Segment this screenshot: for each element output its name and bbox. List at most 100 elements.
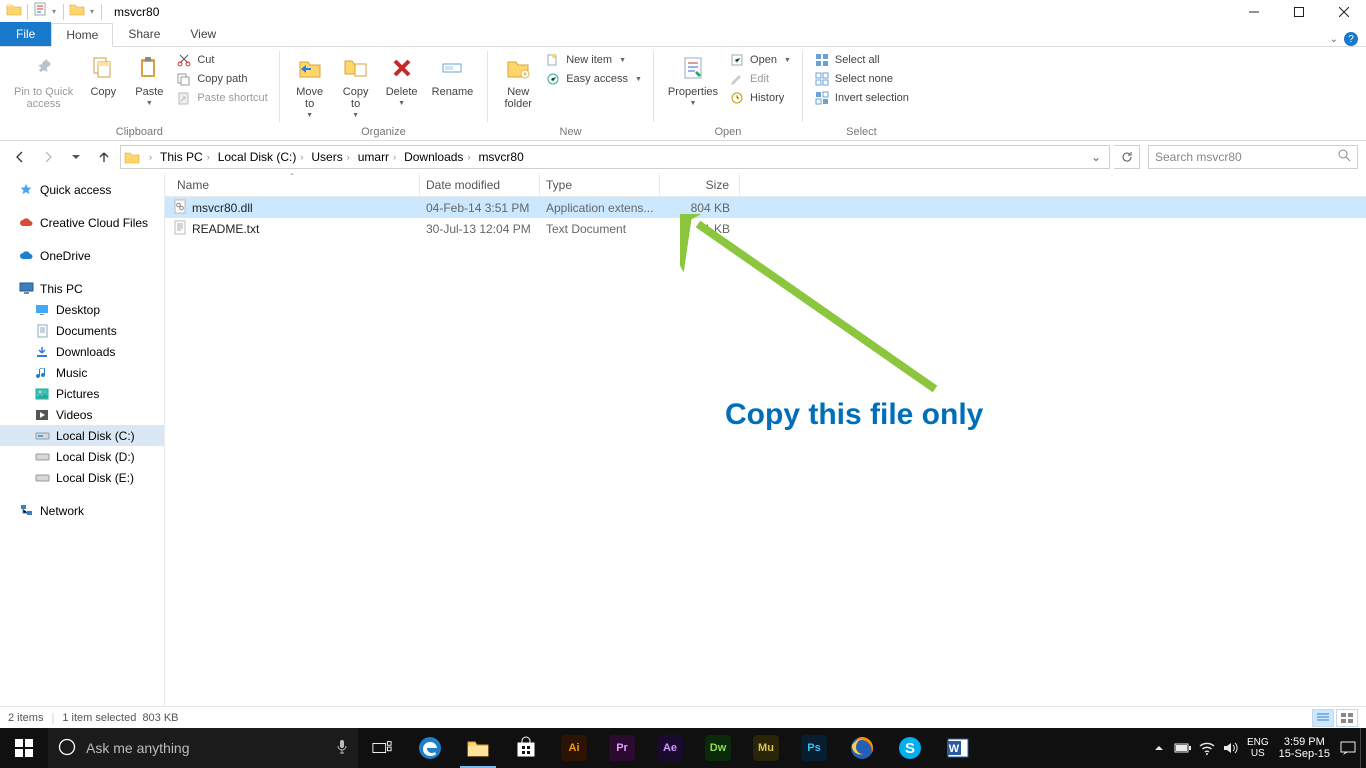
home-tab[interactable]: Home (51, 23, 113, 47)
column-name[interactable]: ⌃Name (165, 173, 420, 196)
tray-clock[interactable]: 3:59 PM15-Sep-15 (1273, 736, 1336, 760)
pin-to-quick-access-button[interactable]: Pin to Quick access (8, 49, 79, 110)
share-tab[interactable]: Share (113, 22, 175, 46)
history-icon (729, 90, 745, 106)
help-icon[interactable]: ? (1344, 32, 1358, 46)
select-none-button[interactable]: Select none (811, 70, 912, 88)
view-large-icons-button[interactable] (1336, 709, 1358, 727)
chevron-down-icon[interactable]: ▾ (50, 7, 58, 16)
file-tab[interactable]: File (0, 22, 51, 46)
refresh-button[interactable] (1114, 145, 1140, 169)
tree-quick-access[interactable]: Quick access (0, 179, 164, 200)
taskbar-word[interactable]: W (934, 728, 982, 768)
history-button[interactable]: History (726, 89, 794, 107)
tree-network[interactable]: Network (0, 500, 164, 521)
tree-this-pc[interactable]: This PC (0, 278, 164, 299)
rename-button[interactable]: Rename (426, 49, 480, 98)
tree-onedrive[interactable]: OneDrive (0, 245, 164, 266)
forward-button[interactable] (36, 145, 60, 169)
microphone-icon[interactable] (336, 739, 348, 758)
search-input[interactable]: Search msvcr80 (1148, 145, 1358, 169)
tray-action-center-icon[interactable] (1336, 728, 1360, 768)
easy-access-button[interactable]: Easy access▼ (542, 70, 645, 88)
file-row[interactable]: msvcr80.dll 04-Feb-14 3:51 PM Applicatio… (165, 197, 1366, 218)
task-view-button[interactable] (358, 728, 406, 768)
tree-local-disk-e[interactable]: Local Disk (E:) (0, 467, 164, 488)
recent-locations-button[interactable] (64, 145, 88, 169)
taskbar-illustrator[interactable]: Ai (550, 728, 598, 768)
tree-local-disk-c[interactable]: Local Disk (C:) (0, 425, 164, 446)
column-date[interactable]: Date modified (420, 173, 540, 196)
edit-button[interactable]: Edit (726, 70, 794, 88)
taskbar-skype[interactable]: S (886, 728, 934, 768)
tree-local-disk-d[interactable]: Local Disk (D:) (0, 446, 164, 467)
taskbar-dreamweaver[interactable]: Dw (694, 728, 742, 768)
minimize-ribbon-icon[interactable]: ⌄ (1330, 34, 1338, 45)
taskbar-edge[interactable] (406, 728, 454, 768)
window-controls (1231, 0, 1366, 23)
invert-selection-button[interactable]: Invert selection (811, 89, 912, 107)
tray-language[interactable]: ENGUS (1243, 737, 1273, 759)
open-button[interactable]: Open▼ (726, 51, 794, 69)
column-size[interactable]: Size (660, 173, 740, 196)
crumb-downloads[interactable]: Downloads› (400, 146, 474, 168)
column-type[interactable]: Type (540, 173, 660, 196)
tree-creative-cloud[interactable]: Creative Cloud Files (0, 212, 164, 233)
file-row[interactable]: README.txt 30-Jul-13 12:04 PM Text Docum… (165, 218, 1366, 239)
crumb-local-c[interactable]: Local Disk (C:)› (214, 146, 308, 168)
tree-pictures[interactable]: Pictures (0, 383, 164, 404)
move-to-button[interactable]: Move to ▼ (288, 49, 332, 119)
tree-videos[interactable]: Videos (0, 404, 164, 425)
view-details-button[interactable] (1312, 709, 1334, 727)
paste-shortcut-button[interactable]: Paste shortcut (173, 89, 270, 107)
new-folder-button[interactable]: New folder (496, 49, 540, 110)
copy-button[interactable]: Copy (81, 49, 125, 98)
delete-button[interactable]: Delete ▼ (380, 49, 424, 107)
taskbar-store[interactable] (502, 728, 550, 768)
taskbar-firefox[interactable] (838, 728, 886, 768)
select-all-button[interactable]: Select all (811, 51, 912, 69)
address-dropdown-icon[interactable]: ⌄ (1085, 150, 1107, 164)
start-button[interactable] (0, 728, 48, 768)
creative-cloud-icon (18, 215, 34, 231)
group-label: Clipboard (116, 125, 163, 140)
taskbar-file-explorer[interactable] (454, 728, 502, 768)
crumb-umarr[interactable]: umarr› (354, 146, 400, 168)
view-tab[interactable]: View (175, 22, 231, 46)
taskbar-after-effects[interactable]: Ae (646, 728, 694, 768)
tray-show-hidden-icons[interactable] (1147, 728, 1171, 768)
taskbar-muse[interactable]: Mu (742, 728, 790, 768)
copy-path-button[interactable]: Copy path (173, 70, 270, 88)
tree-downloads[interactable]: Downloads (0, 341, 164, 362)
tree-desktop[interactable]: Desktop (0, 299, 164, 320)
tray-wifi-icon[interactable] (1195, 728, 1219, 768)
copy-to-button[interactable]: Copy to ▼ (334, 49, 378, 119)
open-group: Properties ▼ Open▼ Edit History Open (658, 47, 798, 140)
qat-properties-icon[interactable] (33, 2, 47, 21)
maximize-button[interactable] (1276, 0, 1321, 23)
crumb-this-pc[interactable]: This PC› (156, 146, 214, 168)
chevron-down-icon: ▼ (146, 100, 153, 107)
breadcrumb-chevron[interactable]: › (141, 146, 156, 168)
cut-button[interactable]: Cut (173, 51, 270, 69)
tree-music[interactable]: Music (0, 362, 164, 383)
taskbar-premiere[interactable]: Pr (598, 728, 646, 768)
tree-documents[interactable]: Documents (0, 320, 164, 341)
crumb-msvcr80[interactable]: msvcr80 (474, 146, 527, 168)
breadcrumb[interactable]: › This PC› Local Disk (C:)› Users› umarr… (120, 145, 1110, 169)
close-button[interactable] (1321, 0, 1366, 23)
up-button[interactable] (92, 145, 116, 169)
back-button[interactable] (8, 145, 32, 169)
crumb-users[interactable]: Users› (307, 146, 353, 168)
tray-battery-icon[interactable] (1171, 728, 1195, 768)
separator (101, 4, 102, 20)
minimize-button[interactable] (1231, 0, 1276, 23)
cortana-search[interactable]: Ask me anything (48, 728, 358, 768)
show-desktop-button[interactable] (1360, 728, 1366, 768)
paste-button[interactable]: Paste ▼ (127, 49, 171, 107)
taskbar-photoshop[interactable]: Ps (790, 728, 838, 768)
properties-button[interactable]: Properties ▼ (662, 49, 724, 107)
chevron-down-icon[interactable]: ▾ (88, 7, 96, 16)
tray-volume-icon[interactable] (1219, 728, 1243, 768)
new-item-button[interactable]: New item▼ (542, 51, 645, 69)
